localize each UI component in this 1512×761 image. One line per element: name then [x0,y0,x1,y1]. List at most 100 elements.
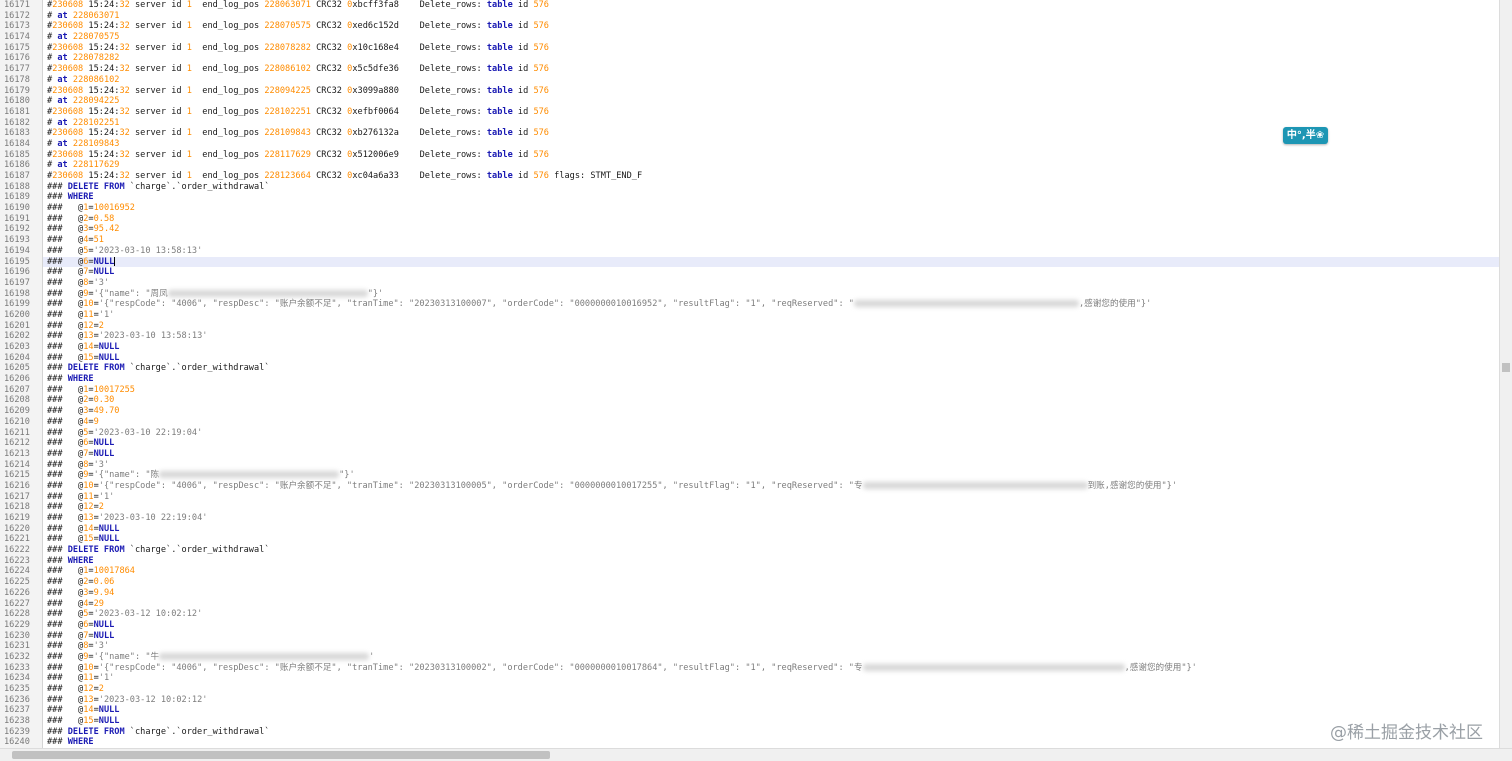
code-line[interactable]: ### @2=0.06 [43,577,1500,588]
code-line[interactable]: ### WHERE [43,556,1500,567]
code-line[interactable]: ### @12=2 [43,502,1500,513]
code-line[interactable]: #230608 15:24:32 server id 1 end_log_pos… [43,128,1500,139]
code-line[interactable]: # at 228063071 [43,11,1500,22]
code-token: end_log_pos [191,171,265,181]
horizontal-scrollbar[interactable] [0,748,1512,761]
code-line[interactable]: ### @5='2023-03-10 13:58:13' [43,246,1500,257]
code-line[interactable]: ### @6=NULL [43,438,1500,449]
code-token: 576 [533,85,549,96]
code-line[interactable]: ### @2=0.58 [43,214,1500,225]
code-token: server id [129,21,187,32]
vertical-scrollbar[interactable] [1499,0,1512,749]
code-line[interactable]: ### @11='1' [43,673,1500,684]
code-line[interactable]: ### @15=NULL [43,534,1500,545]
code-line[interactable]: ### @6=NULL [43,620,1500,631]
code-line[interactable]: ### @2=0.30 [43,395,1500,406]
code-token: table [486,106,513,117]
code-line[interactable]: ### @10='{"respCode": "4006", "respDesc"… [43,299,1500,310]
code-line[interactable]: ### @7=NULL [43,267,1500,278]
code-line[interactable]: ### @5='2023-03-10 22:19:04' [43,428,1500,439]
code-line[interactable]: ### @1=10017864 [43,566,1500,577]
code-line[interactable]: ### DELETE FROM `charge`.`order_withdraw… [43,363,1500,374]
code-line[interactable]: ### DELETE FROM `charge`.`order_withdraw… [43,545,1500,556]
code-token: 15:24: [83,106,120,117]
code-token: at [57,117,68,128]
code-line[interactable]: ### @4=51 [43,235,1500,246]
code-line[interactable]: # at 228117629 [43,160,1500,171]
code-line[interactable]: ### @4=29 [43,599,1500,610]
code-line[interactable]: ### @8='3' [43,641,1500,652]
code-token: end_log_pos [191,0,265,10]
code-line[interactable]: ### @9='{"name": "周凤 "}' [43,289,1500,300]
code-line[interactable]: ### @5='2023-03-12 10:02:12' [43,609,1500,620]
code-line[interactable]: ### @7=NULL [43,631,1500,642]
code-line[interactable]: ### @14=NULL [43,342,1500,353]
code-line[interactable]: # at 228086102 [43,75,1500,86]
code-token: 228086102 [72,74,120,85]
code-line[interactable]: ### @12=2 [43,321,1500,332]
code-line[interactable]: #230608 15:24:32 server id 1 end_log_pos… [43,43,1500,54]
line-number: 16201 [4,320,30,331]
code-line[interactable]: ### @14=NULL [43,524,1500,535]
code-line[interactable]: # at 228109843 [43,139,1500,150]
code-line[interactable]: ### @4=9 [43,417,1500,428]
code-line[interactable]: ### @8='3' [43,460,1500,471]
code-line[interactable]: # at 228078282 [43,53,1500,64]
code-line[interactable]: ### WHERE [43,737,1500,748]
code-line[interactable]: #230608 15:24:32 server id 1 end_log_pos… [43,86,1500,97]
code-line[interactable]: ### @3=49.70 [43,406,1500,417]
line-number: 16186 [4,160,30,171]
code-line[interactable]: ### @3=95.42 [43,224,1500,235]
code-token: ### @ [47,459,84,470]
code-token: WHERE [67,737,94,748]
vertical-scroll-thumb[interactable] [1502,363,1510,372]
code-line[interactable]: #230608 15:24:32 server id 1 end_log_pos… [43,150,1500,161]
code-area[interactable]: #230608 15:24:32 server id 1 end_log_pos… [43,0,1500,749]
code-token: at [57,74,68,85]
code-line[interactable]: ### @10='{"respCode": "4006", "respDesc"… [43,663,1500,674]
code-line[interactable]: # at 228070575 [43,32,1500,43]
code-token: ### @ [47,470,84,481]
code-line-current[interactable]: ### @6=NULL [43,256,1500,268]
code-line[interactable]: ### WHERE [43,374,1500,385]
horizontal-scroll-thumb[interactable] [12,751,550,759]
code-line[interactable]: ### @10='{"respCode": "4006", "respDesc"… [43,481,1500,492]
code-line[interactable]: ### @11='1' [43,492,1500,503]
code-token: ### @ [47,235,84,246]
code-line[interactable]: #230608 15:24:32 server id 1 end_log_pos… [43,171,1500,182]
code-line[interactable]: ### @9='{"name": "牛 ' [43,652,1500,663]
code-line[interactable]: #230608 15:24:32 server id 1 end_log_pos… [43,21,1500,32]
code-line[interactable]: ### @15=NULL [43,353,1500,364]
code-line[interactable]: ### @3=9.94 [43,588,1500,599]
code-line[interactable]: ### @11='1' [43,310,1500,321]
code-line[interactable]: ### DELETE FROM `charge`.`order_withdraw… [43,727,1500,738]
line-number: 16200 [4,309,30,320]
code-token: server id [129,149,187,160]
line-number: 16196 [4,267,30,278]
line-number: 16228 [4,609,30,620]
code-line[interactable]: ### @7=NULL [43,449,1500,460]
code-token: id [512,128,534,139]
code-line[interactable]: ### @1=10017255 [43,385,1500,396]
code-line[interactable]: ### @1=10016952 [43,203,1500,214]
code-line[interactable]: # at 228094225 [43,96,1500,107]
code-line[interactable]: ### @9='{"name": "陈 "}' [43,470,1500,481]
code-token: 230608 [52,0,84,10]
code-line[interactable]: ### @15=NULL [43,716,1500,727]
code-token: 576 [533,171,549,181]
ime-indicator[interactable]: 中°,半❀ [1283,127,1328,144]
code-token: ### @ [47,641,84,652]
code-line[interactable]: ### WHERE [43,192,1500,203]
code-line[interactable]: # at 228102251 [43,118,1500,129]
code-line[interactable]: ### @12=2 [43,684,1500,695]
code-token: DELETE FROM [67,545,125,556]
code-line[interactable]: #230608 15:24:32 server id 1 end_log_pos… [43,107,1500,118]
code-line[interactable]: ### @13='2023-03-10 13:58:13' [43,331,1500,342]
code-line[interactable]: #230608 15:24:32 server id 1 end_log_pos… [43,64,1500,75]
code-line[interactable]: ### @8='3' [43,278,1500,289]
code-line[interactable]: ### DELETE FROM `charge`.`order_withdraw… [43,182,1500,193]
code-line[interactable]: ### @13='2023-03-10 22:19:04' [43,513,1500,524]
code-line[interactable]: ### @13='2023-03-12 10:02:12' [43,695,1500,706]
code-line[interactable]: ### @14=NULL [43,705,1500,716]
code-line[interactable]: #230608 15:24:32 server id 1 end_log_pos… [43,0,1500,11]
